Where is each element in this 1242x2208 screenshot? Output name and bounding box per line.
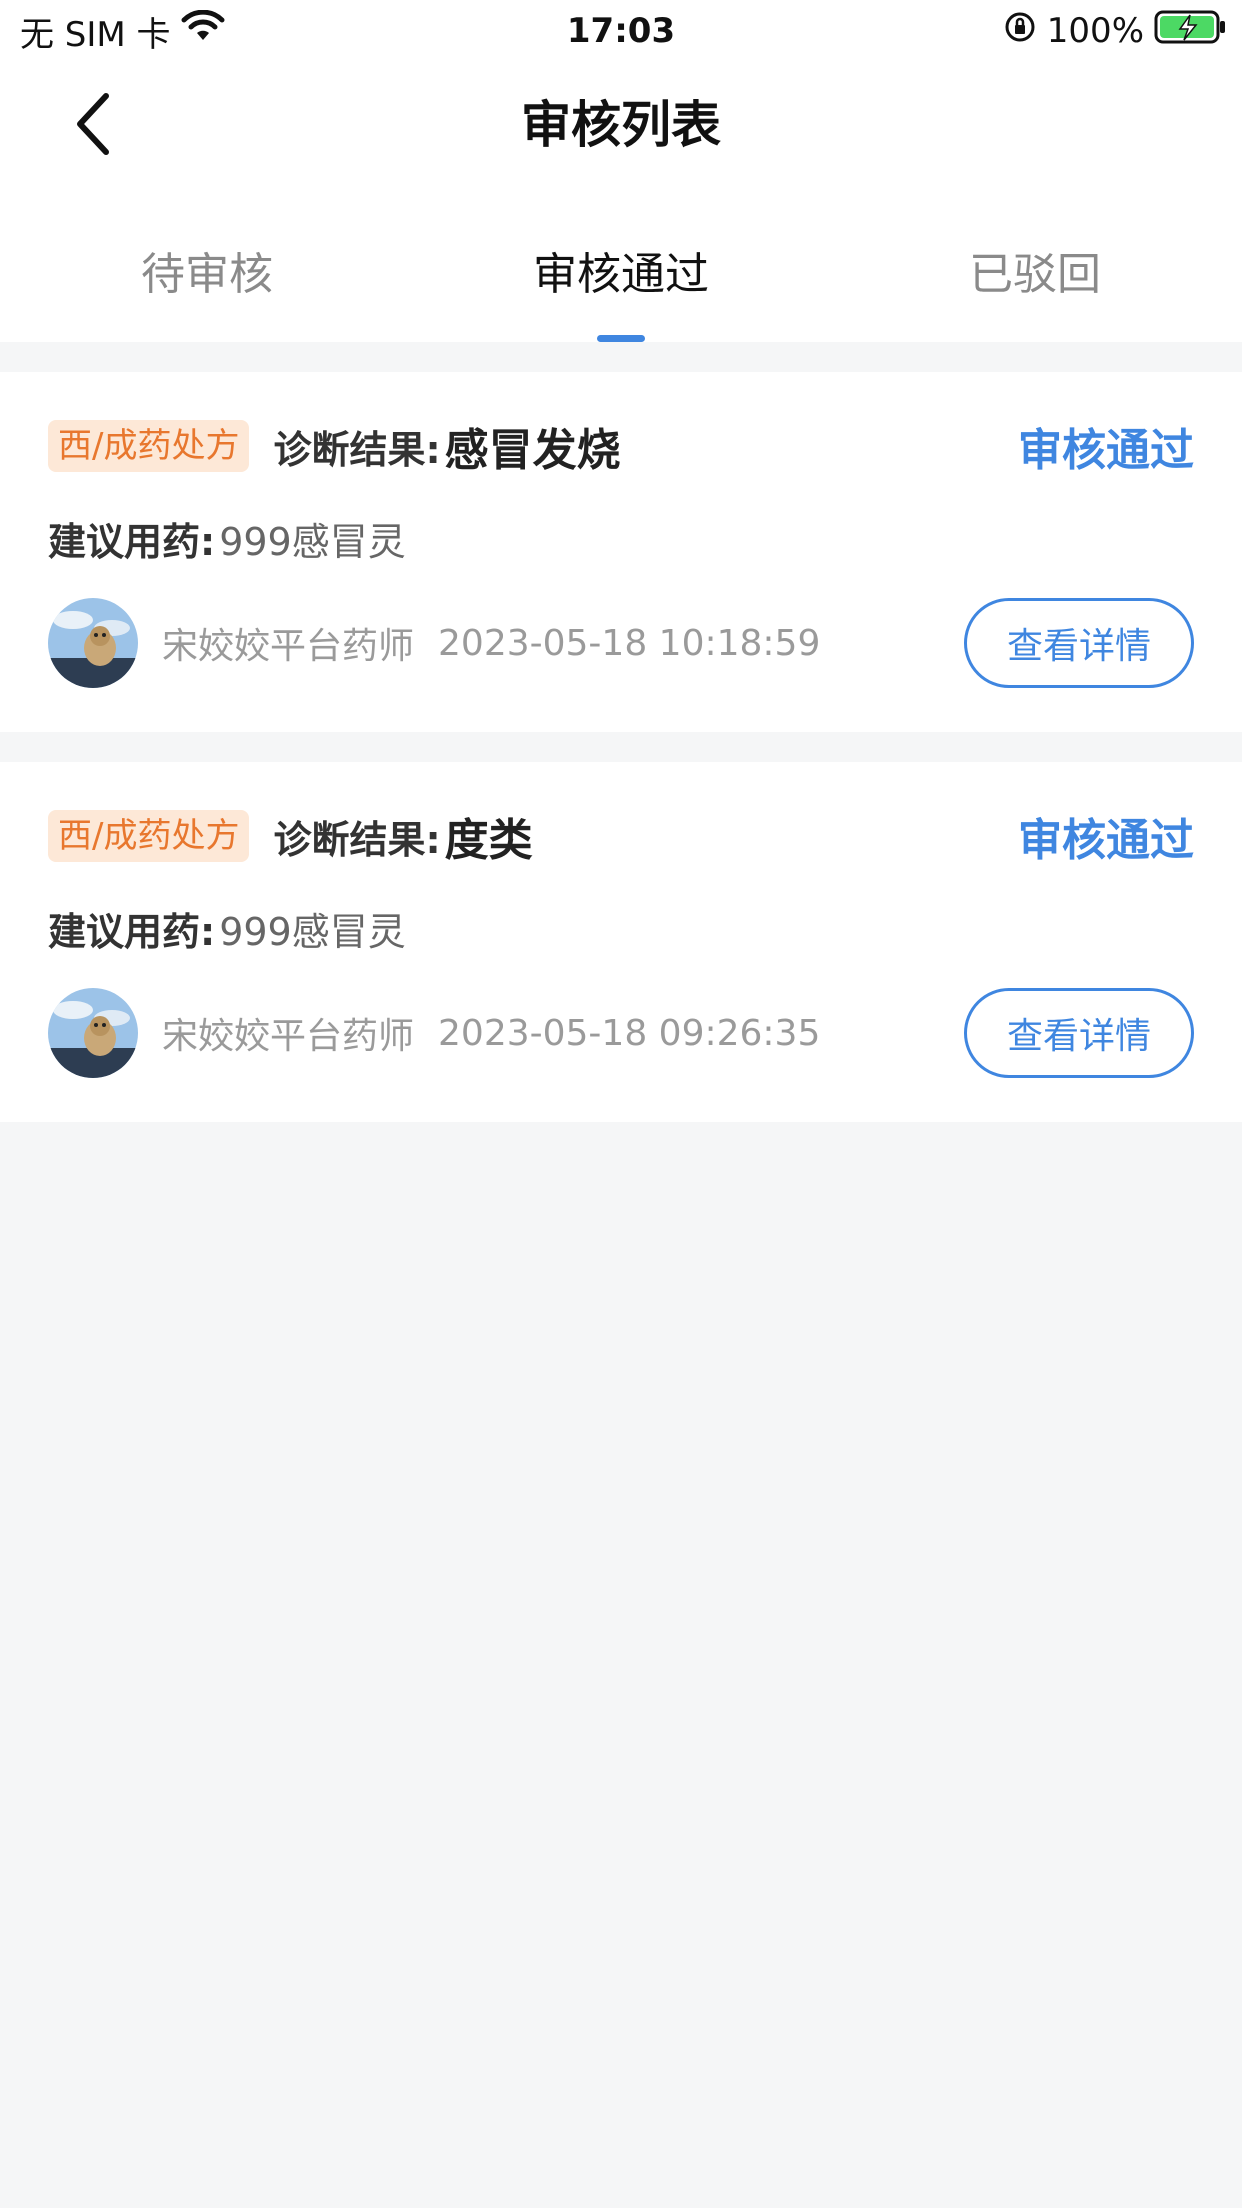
card-header: 西/成药处方 诊断结果: 感冒发烧 审核通过 (48, 416, 1194, 476)
battery-percent: 100% (1046, 11, 1144, 51)
tab-pending[interactable]: 待审核 (0, 188, 414, 342)
status-right: 100% (1003, 8, 1228, 54)
pharmacist-row: 宋姣姣平台药师 2023-05-18 09:26:35 查看详情 (48, 988, 1194, 1078)
tab-rejected[interactable]: 已驳回 (828, 188, 1242, 342)
review-status: 审核通过 (1018, 815, 1194, 866)
card-header: 西/成药处方 诊断结果: 度类 审核通过 (48, 806, 1194, 866)
prescription-type-tag: 西/成药处方 (48, 420, 250, 472)
tab-label: 待审核 (141, 249, 273, 300)
pharmacist-name: 宋姣姣平台药师 (162, 1016, 415, 1057)
list-item[interactable]: 西/成药处方 诊断结果: 度类 审核通过 建议用药: 999感冒灵 宋姣姣平台药… (0, 762, 1242, 1122)
nav-bar: 审核列表 (0, 62, 1242, 188)
medication-label: 建议用药: (48, 519, 216, 564)
active-tab-indicator (597, 335, 645, 342)
view-details-button[interactable]: 查看详情 (964, 598, 1194, 688)
status-bar: 无 SIM 卡 17:03 100% (0, 0, 1242, 62)
tab-approved[interactable]: 审核通过 (414, 188, 828, 342)
diagnosis-value: 感冒发烧 (444, 425, 621, 476)
view-details-button[interactable]: 查看详情 (964, 988, 1194, 1078)
avatar (48, 988, 138, 1078)
medication-label: 建议用药: (48, 909, 216, 954)
diagnosis-value: 度类 (444, 815, 533, 866)
diagnosis-label: 诊断结果: (273, 817, 441, 862)
medication-row: 建议用药: 999感冒灵 (48, 902, 406, 954)
avatar (48, 598, 138, 688)
medication-value: 999感冒灵 (219, 909, 406, 954)
battery-charging-icon (1154, 9, 1228, 54)
medication-value: 999感冒灵 (219, 519, 406, 564)
screen: 无 SIM 卡 17:03 100% 审核列表 待审核 审核通过 已驳回 西/成… (0, 0, 1242, 2208)
orientation-lock-icon (1003, 10, 1037, 53)
pharmacist-row: 宋姣姣平台药师 2023-05-18 10:18:59 查看详情 (48, 598, 1194, 688)
review-status: 审核通过 (1018, 425, 1194, 476)
review-time: 2023-05-18 10:18:59 (438, 622, 821, 664)
tab-label: 审核通过 (533, 249, 709, 300)
pharmacist-name: 宋姣姣平台药师 (162, 626, 415, 667)
list-item[interactable]: 西/成药处方 诊断结果: 感冒发烧 审核通过 建议用药: 999感冒灵 宋姣姣平… (0, 372, 1242, 732)
prescription-type-tag: 西/成药处方 (48, 810, 250, 862)
page-title: 审核列表 (521, 96, 721, 154)
review-time: 2023-05-18 09:26:35 (438, 1012, 821, 1054)
tab-label: 已驳回 (969, 249, 1101, 300)
medication-row: 建议用药: 999感冒灵 (48, 512, 406, 564)
tab-bar: 待审核 审核通过 已驳回 (0, 188, 1242, 342)
diagnosis-label: 诊断结果: (273, 427, 441, 472)
